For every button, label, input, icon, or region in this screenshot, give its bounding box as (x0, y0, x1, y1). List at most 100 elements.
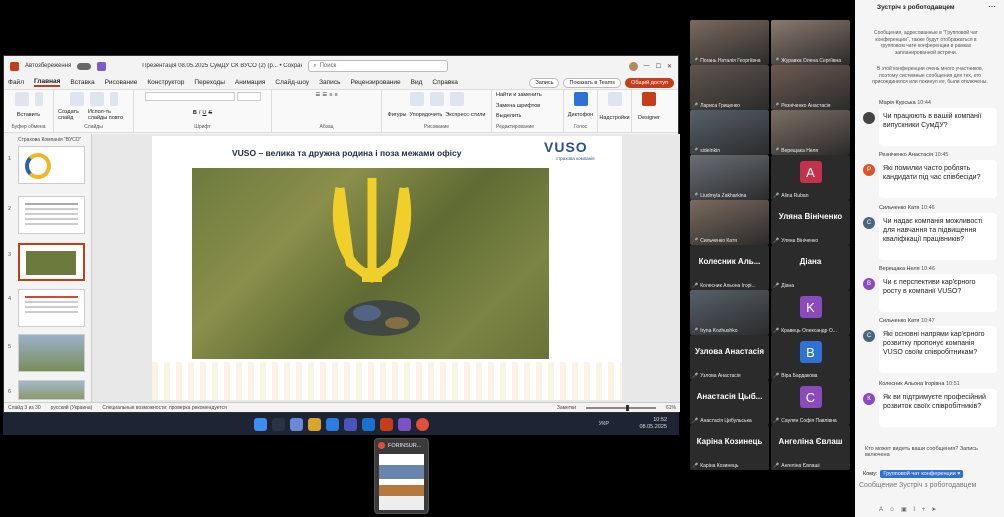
participant-tile[interactable]: 🎤 Журавка Олена Сергіївна (771, 20, 850, 65)
accessibility-status[interactable]: Специальные возможности: проверка рекоме… (102, 405, 227, 411)
slide-thumbnail-1[interactable] (18, 146, 85, 184)
bullets-icon[interactable]: ☰ (315, 92, 320, 98)
find-replace-button[interactable]: Найти и заменить (496, 92, 542, 98)
more-icon[interactable]: + (922, 507, 932, 513)
menu-help[interactable]: Справка (432, 79, 458, 86)
user-avatar[interactable] (628, 61, 638, 71)
zoom-slider[interactable] (585, 404, 656, 411)
menu-review[interactable]: Рецензирование (350, 79, 400, 86)
zoom-level[interactable]: 61% (666, 405, 676, 411)
participant-tile[interactable]: 🎤 Резніченко Анастасія (771, 65, 850, 110)
participant-tile[interactable]: 🎤 sideInkin (690, 110, 769, 155)
participant-tile[interactable]: Ангеліна Євлаш 🎤 Ангеліна Євлаші (771, 425, 850, 470)
italic-icon[interactable]: I (199, 110, 201, 116)
teams-icon[interactable] (343, 417, 357, 431)
font-size-select[interactable] (236, 92, 261, 101)
select-button[interactable]: Выделить (496, 113, 521, 119)
participant-tile[interactable]: 🎤 Liudmyla Zakharkina (690, 155, 769, 200)
author-avatar[interactable]: В (863, 278, 875, 290)
maximize-icon[interactable]: ☐ (656, 63, 661, 70)
participant-tile[interactable]: Колесник Аль... 🎤 Колесник Альона Ігорі... (690, 245, 769, 290)
edge-icon[interactable] (325, 417, 339, 431)
menu-home[interactable]: Главная (33, 78, 61, 87)
underline-icon[interactable]: U (202, 110, 206, 116)
arrange-label[interactable]: Упорядочить (410, 112, 443, 118)
participant-tile[interactable]: B 🎤 Віра Бардакова (771, 335, 850, 380)
reuse-slides-label[interactable]: Испол-ть слайды повто (88, 109, 129, 121)
paste-label[interactable]: Вставить (17, 112, 40, 118)
search-taskbar-icon[interactable] (271, 417, 285, 431)
slide-thumbnail-3[interactable] (18, 243, 85, 281)
author-avatar[interactable]: С (863, 217, 875, 229)
strike-icon[interactable]: S (208, 110, 212, 116)
participant-tile[interactable]: K 🎤 Кравець Олександр О... (771, 290, 850, 335)
menu-slideshow[interactable]: Слайд-шоу (275, 79, 309, 86)
styles-icon[interactable] (449, 92, 464, 106)
participant-tile[interactable]: C 🎤 Саулян Софія Павлівна (771, 380, 850, 425)
slide-thumbnail-6[interactable] (18, 380, 85, 400)
current-slide[interactable]: VUSO – велика та дружна родина і поза ме… (152, 136, 622, 400)
menu-design[interactable]: Конструктор (147, 79, 184, 86)
replace-fonts-button[interactable]: Замена шрифтов (496, 103, 540, 109)
participant-tile[interactable]: 🎤 Iryna Kozhushko (690, 290, 769, 335)
recipient-dropdown[interactable]: Групповой чат конференции ▾ (880, 470, 964, 478)
chat-message[interactable]: Як ви підтримуєте професійний розвиток с… (879, 389, 997, 427)
language-status[interactable]: русский (Украина) (51, 405, 93, 411)
paste-icon[interactable] (14, 92, 29, 106)
save-icon[interactable] (97, 61, 107, 71)
participant-tile[interactable]: Каріна Козинець 🎤 Каріна Козинець (690, 425, 769, 470)
menu-transitions[interactable]: Переходы (194, 79, 225, 86)
section-header[interactable]: Страхова Компанія "ВУСО" (18, 137, 81, 143)
gif-icon[interactable]: ▣ (901, 507, 913, 513)
chat-message[interactable]: Які помилки часто роблять кандидати під … (879, 160, 997, 198)
participant-tile[interactable]: 🎤 Сильченко Катя (690, 200, 769, 245)
present-teams-button[interactable]: Показать в Teams (563, 77, 622, 88)
layout-icon[interactable] (109, 92, 118, 106)
powerpoint-taskbar-icon[interactable] (379, 417, 393, 431)
align-left-icon[interactable]: ≡ (329, 92, 332, 98)
app-icon[interactable] (397, 417, 411, 431)
more-options-icon[interactable]: ⋯ (988, 2, 996, 11)
document-title[interactable]: Презентація 08.05.2025 СумДУ СК ВУСО (2)… (142, 63, 302, 69)
designer-label[interactable]: Designer (638, 115, 660, 121)
author-avatar[interactable] (863, 112, 875, 124)
arrange-icon[interactable] (429, 92, 444, 106)
attach-icon[interactable]: ⌇ (913, 507, 922, 513)
clock[interactable]: 10:52 08.05.2025 (639, 417, 667, 431)
shapes-icon[interactable] (409, 92, 424, 106)
numbering-icon[interactable]: ☰ (322, 92, 327, 98)
autosave-toggle[interactable] (77, 62, 92, 70)
search-input[interactable]: ⌕ Поиск (308, 60, 449, 72)
participant-tile[interactable]: Узлова Анастасія 🎤 Узлова Анастасія (690, 335, 769, 380)
author-avatar[interactable]: Р (863, 164, 875, 176)
explorer-icon[interactable] (307, 417, 321, 431)
participant-tile[interactable]: Уляна Вініченко 🎤 Уляна Вініченко (771, 200, 850, 245)
cut-icon[interactable] (34, 92, 43, 106)
notes-button[interactable]: Заметки (557, 405, 576, 411)
participant-tile[interactable]: 🎤 Лариса Гриценко (690, 65, 769, 110)
participant-tile[interactable]: 🎤 Верещака Неля (771, 110, 850, 155)
menu-record[interactable]: Запись (319, 79, 340, 86)
chat-message[interactable]: Чи працюють в вашій компанії випускники … (879, 108, 997, 146)
styles-label[interactable]: Экспресс-стили (445, 112, 485, 118)
chat-message[interactable]: Чи надає компанія можливості для навчанн… (879, 213, 997, 260)
participant-tile[interactable]: Діана 🎤 Діана (771, 245, 850, 290)
format-icon[interactable]: A (879, 507, 889, 513)
window-preview[interactable]: FORINSUR... (374, 438, 429, 514)
share-button[interactable]: Общий доступ (625, 77, 674, 88)
chat-input[interactable]: Сообщение Зустріч з роботодавцем (859, 482, 999, 489)
designer-icon[interactable] (642, 92, 656, 106)
dictate-label[interactable]: Диктофон (568, 112, 593, 118)
chrome-icon[interactable] (415, 417, 429, 431)
participant-tile[interactable]: A 🎤 Alina Ruban (771, 155, 850, 200)
microphone-icon[interactable] (573, 92, 588, 106)
visibility-notice[interactable]: Кто может видеть ваши сообщения? Запись … (865, 446, 1001, 458)
align-center-icon[interactable]: ≡ (334, 92, 337, 98)
slide-thumbnail-5[interactable] (18, 334, 85, 372)
new-slide-label[interactable]: Создать слайд (58, 109, 84, 121)
chat-message[interactable]: Чи є перспективи кар'єрного росту в комп… (879, 274, 997, 312)
participant-tile[interactable]: 🎤 Погань Наталія Георгіївна (690, 20, 769, 65)
new-slide-icon[interactable] (69, 92, 84, 106)
minimize-icon[interactable]: — (644, 63, 650, 69)
menu-animations[interactable]: Анимация (235, 79, 266, 86)
